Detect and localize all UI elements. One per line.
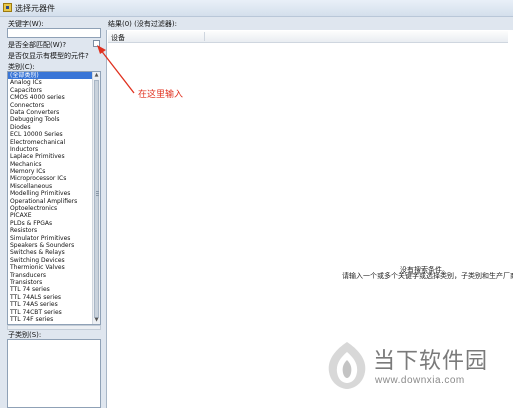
annotation-text: 在这里输入 [138,90,184,100]
watermark-logo-icon [328,342,366,389]
watermark-brand: 当下软件园 [373,349,489,374]
watermark-url: www.downxia.com [375,375,465,386]
